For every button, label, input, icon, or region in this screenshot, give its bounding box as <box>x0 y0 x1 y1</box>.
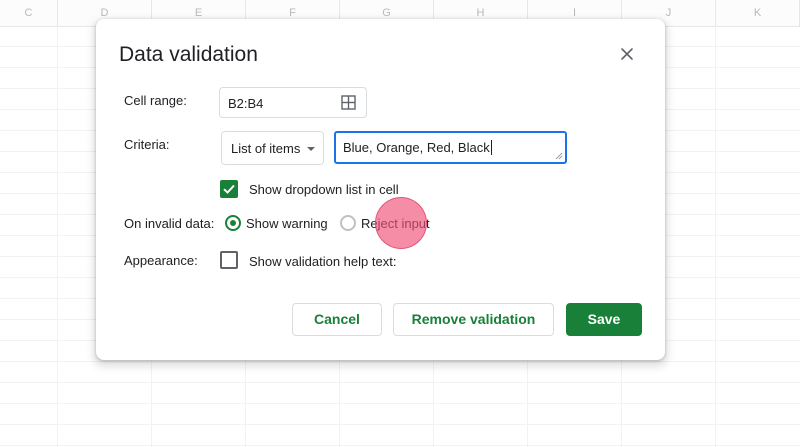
show-dropdown-checkbox[interactable] <box>220 180 238 198</box>
help-text-label[interactable]: Show validation help text: <box>249 254 396 269</box>
close-button[interactable] <box>614 41 640 67</box>
checkmark-icon <box>223 184 235 194</box>
cell-range-value: B2:B4 <box>228 96 264 111</box>
show-dropdown-label[interactable]: Show dropdown list in cell <box>249 182 399 197</box>
grid-select-icon[interactable] <box>341 95 356 110</box>
click-indicator <box>375 197 427 249</box>
cell-range-input[interactable]: B2:B4 <box>219 87 367 118</box>
criteria-type-value: List of items <box>231 141 301 156</box>
dialog-title: Data validation <box>119 43 258 66</box>
data-validation-dialog: Data validation Cell range: B2:B4 Criter… <box>96 19 665 360</box>
text-cursor <box>490 140 492 155</box>
show-warning-label[interactable]: Show warning <box>246 216 328 231</box>
show-warning-radio[interactable] <box>225 215 241 231</box>
reject-input-radio[interactable] <box>340 215 356 231</box>
list-items-input[interactable]: Blue, Orange, Red, Black <box>334 131 567 164</box>
appearance-label: Appearance: <box>124 253 198 268</box>
criteria-type-dropdown[interactable]: List of items <box>221 131 324 165</box>
resize-handle-icon[interactable] <box>555 152 563 160</box>
cell-range-label: Cell range: <box>124 93 187 108</box>
on-invalid-label: On invalid data: <box>124 216 215 231</box>
chevron-down-icon <box>307 147 315 151</box>
remove-validation-button[interactable]: Remove validation <box>393 303 554 336</box>
list-items-value: Blue, Orange, Red, Black <box>343 140 490 155</box>
save-button[interactable]: Save <box>566 303 642 336</box>
help-text-checkbox[interactable] <box>220 251 238 269</box>
cancel-button[interactable]: Cancel <box>292 303 382 336</box>
close-icon <box>621 48 633 60</box>
criteria-label: Criteria: <box>124 137 170 152</box>
